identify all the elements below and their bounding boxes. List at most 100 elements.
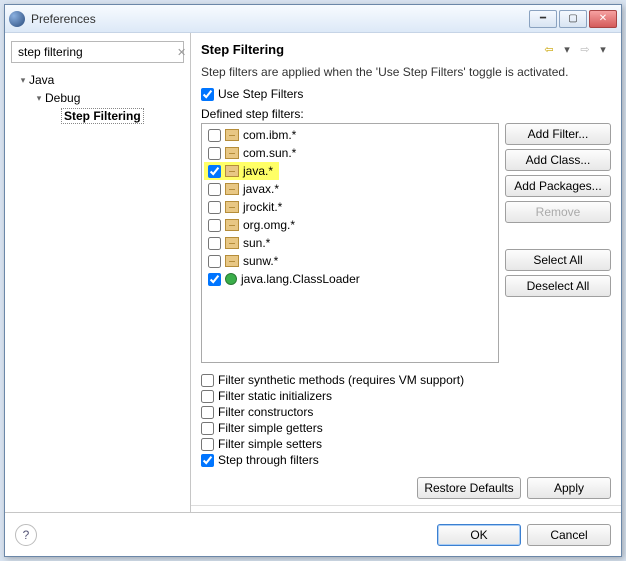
option-row[interactable]: Step through filters (201, 453, 611, 467)
option-label: Filter simple setters (218, 437, 322, 451)
class-icon (225, 273, 237, 285)
option-checkbox[interactable] (201, 438, 214, 451)
add-class-button[interactable]: Add Class... (505, 149, 611, 171)
option-row[interactable]: Filter constructors (201, 405, 611, 419)
package-icon (225, 183, 239, 195)
package-icon (225, 201, 239, 213)
filter-label: sunw.* (243, 254, 278, 268)
tree-item[interactable]: Step Filtering (13, 107, 182, 125)
filter-label: com.ibm.* (243, 128, 296, 142)
maximize-button[interactable]: ▢ (559, 10, 587, 28)
preferences-window: Preferences ━ ▢ ✕ ✕ ▾Java▾DebugStep Filt… (4, 4, 622, 557)
page-title: Step Filtering (201, 42, 539, 57)
filter-label: java.* (243, 164, 273, 178)
clear-search-icon[interactable]: ✕ (175, 46, 188, 59)
apply-button[interactable]: Apply (527, 477, 611, 499)
filter-row[interactable]: jrockit.* (204, 198, 496, 216)
close-button[interactable]: ✕ (589, 10, 617, 28)
tree-twisty-icon[interactable]: ▾ (33, 93, 45, 104)
forward-button[interactable]: ⇨ (577, 41, 593, 57)
option-row[interactable]: Filter synthetic methods (requires VM su… (201, 373, 611, 387)
tree-twisty-icon[interactable]: ▾ (17, 75, 29, 86)
package-icon (225, 165, 239, 177)
option-label: Filter static initializers (218, 389, 332, 403)
filter-search[interactable]: ✕ (11, 41, 184, 63)
filter-row[interactable]: java.* (204, 162, 279, 180)
option-label: Filter constructors (218, 405, 313, 419)
bottom-bar: ? OK Cancel (5, 512, 621, 556)
add-packages-button[interactable]: Add Packages... (505, 175, 611, 197)
filter-checkbox[interactable] (208, 129, 221, 142)
filter-row[interactable]: com.sun.* (204, 144, 496, 162)
nav-pane: ✕ ▾Java▾DebugStep Filtering (5, 33, 191, 512)
defined-filters-list[interactable]: com.ibm.* com.sun.* java.* javax.* jrockit.*… (201, 123, 499, 363)
filter-label: com.sun.* (243, 146, 296, 160)
tree-item-label: Debug (45, 91, 80, 105)
package-icon (225, 129, 239, 141)
app-icon (9, 11, 25, 27)
filter-checkbox[interactable] (208, 237, 221, 250)
page-menu-icon[interactable]: ▾ (595, 41, 611, 57)
divider (191, 505, 621, 506)
filter-row[interactable]: org.omg.* (204, 216, 496, 234)
filter-label: java.lang.ClassLoader (241, 272, 360, 286)
option-checkbox[interactable] (201, 374, 214, 387)
filter-checkbox[interactable] (208, 201, 221, 214)
filter-checkbox[interactable] (208, 183, 221, 196)
package-icon (225, 237, 239, 249)
package-icon (225, 147, 239, 159)
filter-row[interactable]: com.ibm.* (204, 126, 496, 144)
option-checkbox[interactable] (201, 422, 214, 435)
filter-checkbox[interactable] (208, 219, 221, 232)
option-row[interactable]: Filter static initializers (201, 389, 611, 403)
filter-checkbox[interactable] (208, 165, 221, 178)
filter-checkbox[interactable] (208, 255, 221, 268)
use-step-filters-label: Use Step Filters (218, 87, 303, 101)
restore-defaults-button[interactable]: Restore Defaults (417, 477, 521, 499)
window-title: Preferences (31, 12, 529, 26)
option-row[interactable]: Filter simple getters (201, 421, 611, 435)
add-filter-button[interactable]: Add Filter... (505, 123, 611, 145)
page-pane: Step Filtering ⇦ ▾ ⇨ ▾ Step filters are … (191, 33, 621, 512)
option-row[interactable]: Filter simple setters (201, 437, 611, 451)
option-checkbox[interactable] (201, 454, 214, 467)
option-label: Filter simple getters (218, 421, 323, 435)
option-label: Filter synthetic methods (requires VM su… (218, 373, 464, 387)
help-button[interactable]: ? (15, 524, 37, 546)
package-icon (225, 255, 239, 267)
option-checkbox[interactable] (201, 390, 214, 403)
option-checkbox[interactable] (201, 406, 214, 419)
filter-label: jrockit.* (243, 200, 282, 214)
back-button[interactable]: ⇦ (541, 41, 557, 57)
titlebar[interactable]: Preferences ━ ▢ ✕ (5, 5, 621, 33)
select-all-button[interactable]: Select All (505, 249, 611, 271)
deselect-all-button[interactable]: Deselect All (505, 275, 611, 297)
filter-checkbox[interactable] (208, 147, 221, 160)
filter-row[interactable]: sun.* (204, 234, 496, 252)
tree-item[interactable]: ▾Debug (13, 89, 182, 107)
tree-item[interactable]: ▾Java (13, 71, 182, 89)
filter-label: javax.* (243, 182, 279, 196)
page-description: Step filters are applied when the 'Use S… (201, 65, 611, 79)
remove-button[interactable]: Remove (505, 201, 611, 223)
ok-button[interactable]: OK (437, 524, 521, 546)
filter-row[interactable]: sunw.* (204, 252, 496, 270)
filter-options: Filter synthetic methods (requires VM su… (201, 371, 611, 469)
option-label: Step through filters (218, 453, 319, 467)
cancel-button[interactable]: Cancel (527, 524, 611, 546)
filter-checkbox[interactable] (208, 273, 221, 286)
tree-item-label: Step Filtering (61, 108, 144, 124)
filter-row[interactable]: javax.* (204, 180, 496, 198)
filter-search-input[interactable] (16, 44, 175, 60)
minimize-button[interactable]: ━ (529, 10, 557, 28)
filter-label: sun.* (243, 236, 270, 250)
preferences-tree[interactable]: ▾Java▾DebugStep Filtering (11, 69, 184, 504)
tree-item-label: Java (29, 73, 54, 87)
filter-row[interactable]: java.lang.ClassLoader (204, 270, 496, 288)
defined-filters-label: Defined step filters: (201, 107, 611, 121)
filter-label: org.omg.* (243, 218, 295, 232)
back-menu-icon[interactable]: ▾ (559, 41, 575, 57)
package-icon (225, 219, 239, 231)
use-step-filters-row[interactable]: Use Step Filters (201, 87, 611, 101)
use-step-filters-checkbox[interactable] (201, 88, 214, 101)
